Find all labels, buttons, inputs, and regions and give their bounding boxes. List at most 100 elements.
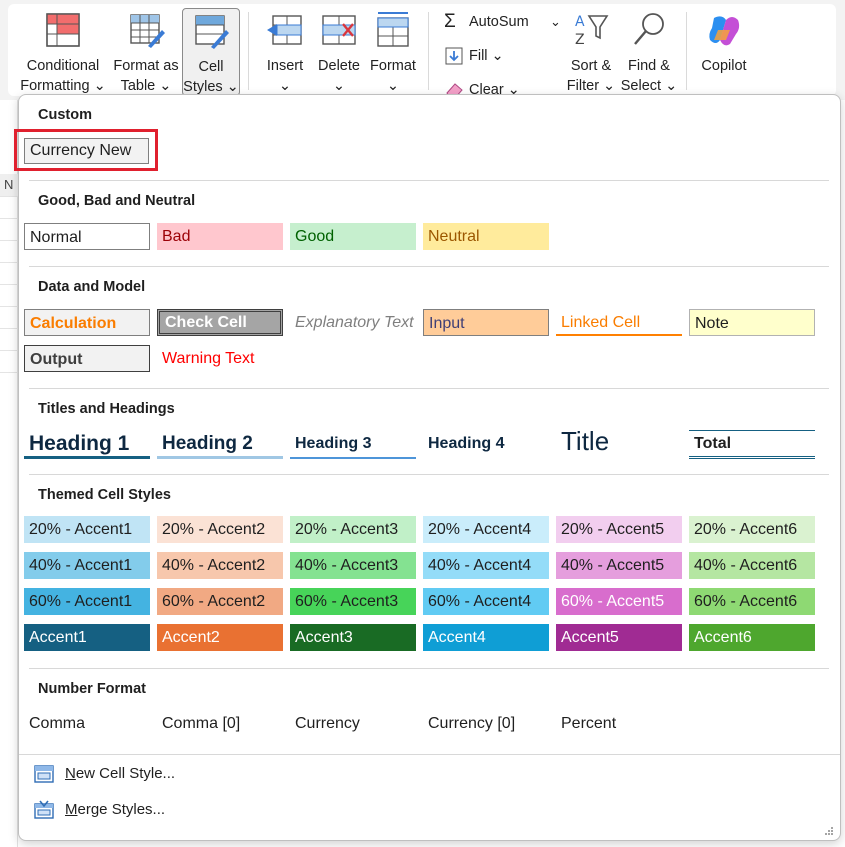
style-20-accent1[interactable]: 20% - Accent1 [24,516,150,543]
gridline [0,306,18,307]
style-explanatory-text[interactable]: Explanatory Text [290,309,416,336]
style-20-accent2[interactable]: 20% - Accent2 [157,516,283,543]
merge-styles-item[interactable]: Merge Styles... [31,797,231,823]
style-currency[interactable]: Currency [290,710,416,737]
style-good[interactable]: Good [290,223,416,250]
section-divider [19,754,840,755]
format-as-table-button[interactable]: Format as Table ⌄ [110,8,182,96]
style-neutral[interactable]: Neutral [423,223,549,250]
ribbon-separator [428,12,429,90]
cell-styles-button[interactable]: Cell Styles ⌄ [182,8,240,96]
section-divider [29,180,829,181]
gridline [0,262,18,263]
titles-headings-title: Titles and Headings [38,401,175,417]
format-label: Format ⌄ [370,58,416,94]
insert-label: Insert ⌄ [266,58,304,94]
delete-button[interactable]: Delete ⌄ [312,8,366,96]
conditional-formatting-button[interactable]: Conditional Formatting ⌄ [16,8,110,96]
copilot-label: Copilot [701,58,747,74]
style-40-accent6[interactable]: 40% - Accent6 [689,552,815,579]
style-output[interactable]: Output [24,345,150,372]
style-60-accent4[interactable]: 60% - Accent4 [423,588,549,615]
delete-label: Delete ⌄ [318,58,360,94]
style-check-cell[interactable]: Check Cell [157,309,283,336]
delete-cells-icon [322,15,356,45]
conditional-formatting-label: Conditional Formatting ⌄ [20,58,106,94]
gridline [0,328,18,329]
find-select-label: Find & Select ⌄ [620,58,678,94]
style-accent6[interactable]: Accent6 [689,624,815,651]
autosum-dropdown[interactable]: ⌄ [550,10,561,34]
style-linked-cell[interactable]: Linked Cell [556,309,682,336]
style-comma-0[interactable]: Comma [0] [157,710,283,737]
format-cells-icon [377,12,409,47]
cell-styles-gallery: Custom Currency New Good, Bad and Neutra… [14,94,841,841]
style-percent[interactable]: Percent [556,710,682,737]
data-model-title: Data and Model [38,279,146,295]
style-heading-3[interactable]: Heading 3 [290,428,416,459]
gridline [0,196,18,197]
column-header[interactable]: N [0,174,18,196]
style-normal[interactable]: Normal [24,223,150,250]
format-button[interactable]: Format ⌄ [366,8,420,96]
copilot-button[interactable]: Copilot [694,8,754,96]
style-accent3[interactable]: Accent3 [290,624,416,651]
autosum-button[interactable]: Σ AutoSum ⌄ [444,10,564,34]
section-divider [29,388,829,389]
style-currency-0[interactable]: Currency [0] [423,710,549,737]
section-divider [29,266,829,267]
format-as-table-icon [130,14,165,48]
style-20-accent3[interactable]: 20% - Accent3 [290,516,416,543]
merge-styles-icon [34,800,54,819]
style-accent2[interactable]: Accent2 [157,624,283,651]
gridline [0,218,18,219]
style-heading-1[interactable]: Heading 1 [24,428,150,459]
copilot-icon [709,16,740,46]
style-currency-new[interactable]: Currency New [24,138,149,164]
fill-button[interactable]: Fill ⌄ [444,44,524,68]
style-20-accent5[interactable]: 20% - Accent5 [556,516,682,543]
style-40-accent4[interactable]: 40% - Accent4 [423,552,549,579]
resize-grip-icon[interactable] [824,826,834,836]
style-heading-2[interactable]: Heading 2 [157,428,283,459]
style-40-accent5[interactable]: 40% - Accent5 [556,552,682,579]
style-40-accent1[interactable]: 40% - Accent1 [24,552,150,579]
svg-text:Z: Z [575,32,585,48]
new-cell-style-item[interactable]: New Cell Style... [31,761,231,787]
sort-filter-icon: A Z [575,14,609,48]
style-20-accent6[interactable]: 20% - Accent6 [689,516,815,543]
worksheet-grid[interactable]: N [0,100,18,847]
cell-styles-label: Cell Styles ⌄ [183,59,239,95]
autosum-icon: Σ [444,11,456,32]
good-bad-neutral-title: Good, Bad and Neutral [38,193,196,209]
number-format-title: Number Format [38,681,146,697]
gridline [0,240,18,241]
style-calculation[interactable]: Calculation [24,309,150,336]
style-heading-4[interactable]: Heading 4 [423,428,549,459]
style-title[interactable]: Title [556,428,682,459]
insert-cells-icon [267,15,302,45]
style-accent1[interactable]: Accent1 [24,624,150,651]
style-60-accent5[interactable]: 60% - Accent5 [556,588,682,615]
style-60-accent3[interactable]: 60% - Accent3 [290,588,416,615]
style-accent5[interactable]: Accent5 [556,624,682,651]
style-40-accent2[interactable]: 40% - Accent2 [157,552,283,579]
style-note[interactable]: Note [689,309,815,336]
style-20-accent4[interactable]: 20% - Accent4 [423,516,549,543]
conditional-formatting-icon [46,13,80,47]
style-60-accent6[interactable]: 60% - Accent6 [689,588,815,615]
find-select-button[interactable]: Find & Select ⌄ [618,8,680,96]
sort-filter-button[interactable]: A Z Sort & Filter ⌄ [564,8,618,96]
autosum-label: AutoSum [469,14,529,30]
style-accent4[interactable]: Accent4 [423,624,549,651]
style-60-accent1[interactable]: 60% - Accent1 [24,588,150,615]
style-total[interactable]: Total [689,430,815,459]
insert-button[interactable]: Insert ⌄ [258,8,312,96]
style-comma[interactable]: Comma [24,710,150,737]
merge-styles-label: Merge Styles... [65,801,166,818]
style-40-accent3[interactable]: 40% - Accent3 [290,552,416,579]
style-input[interactable]: Input [423,309,549,336]
style-bad[interactable]: Bad [157,223,283,250]
style-warning-text[interactable]: Warning Text [157,345,283,372]
style-60-accent2[interactable]: 60% - Accent2 [157,588,283,615]
